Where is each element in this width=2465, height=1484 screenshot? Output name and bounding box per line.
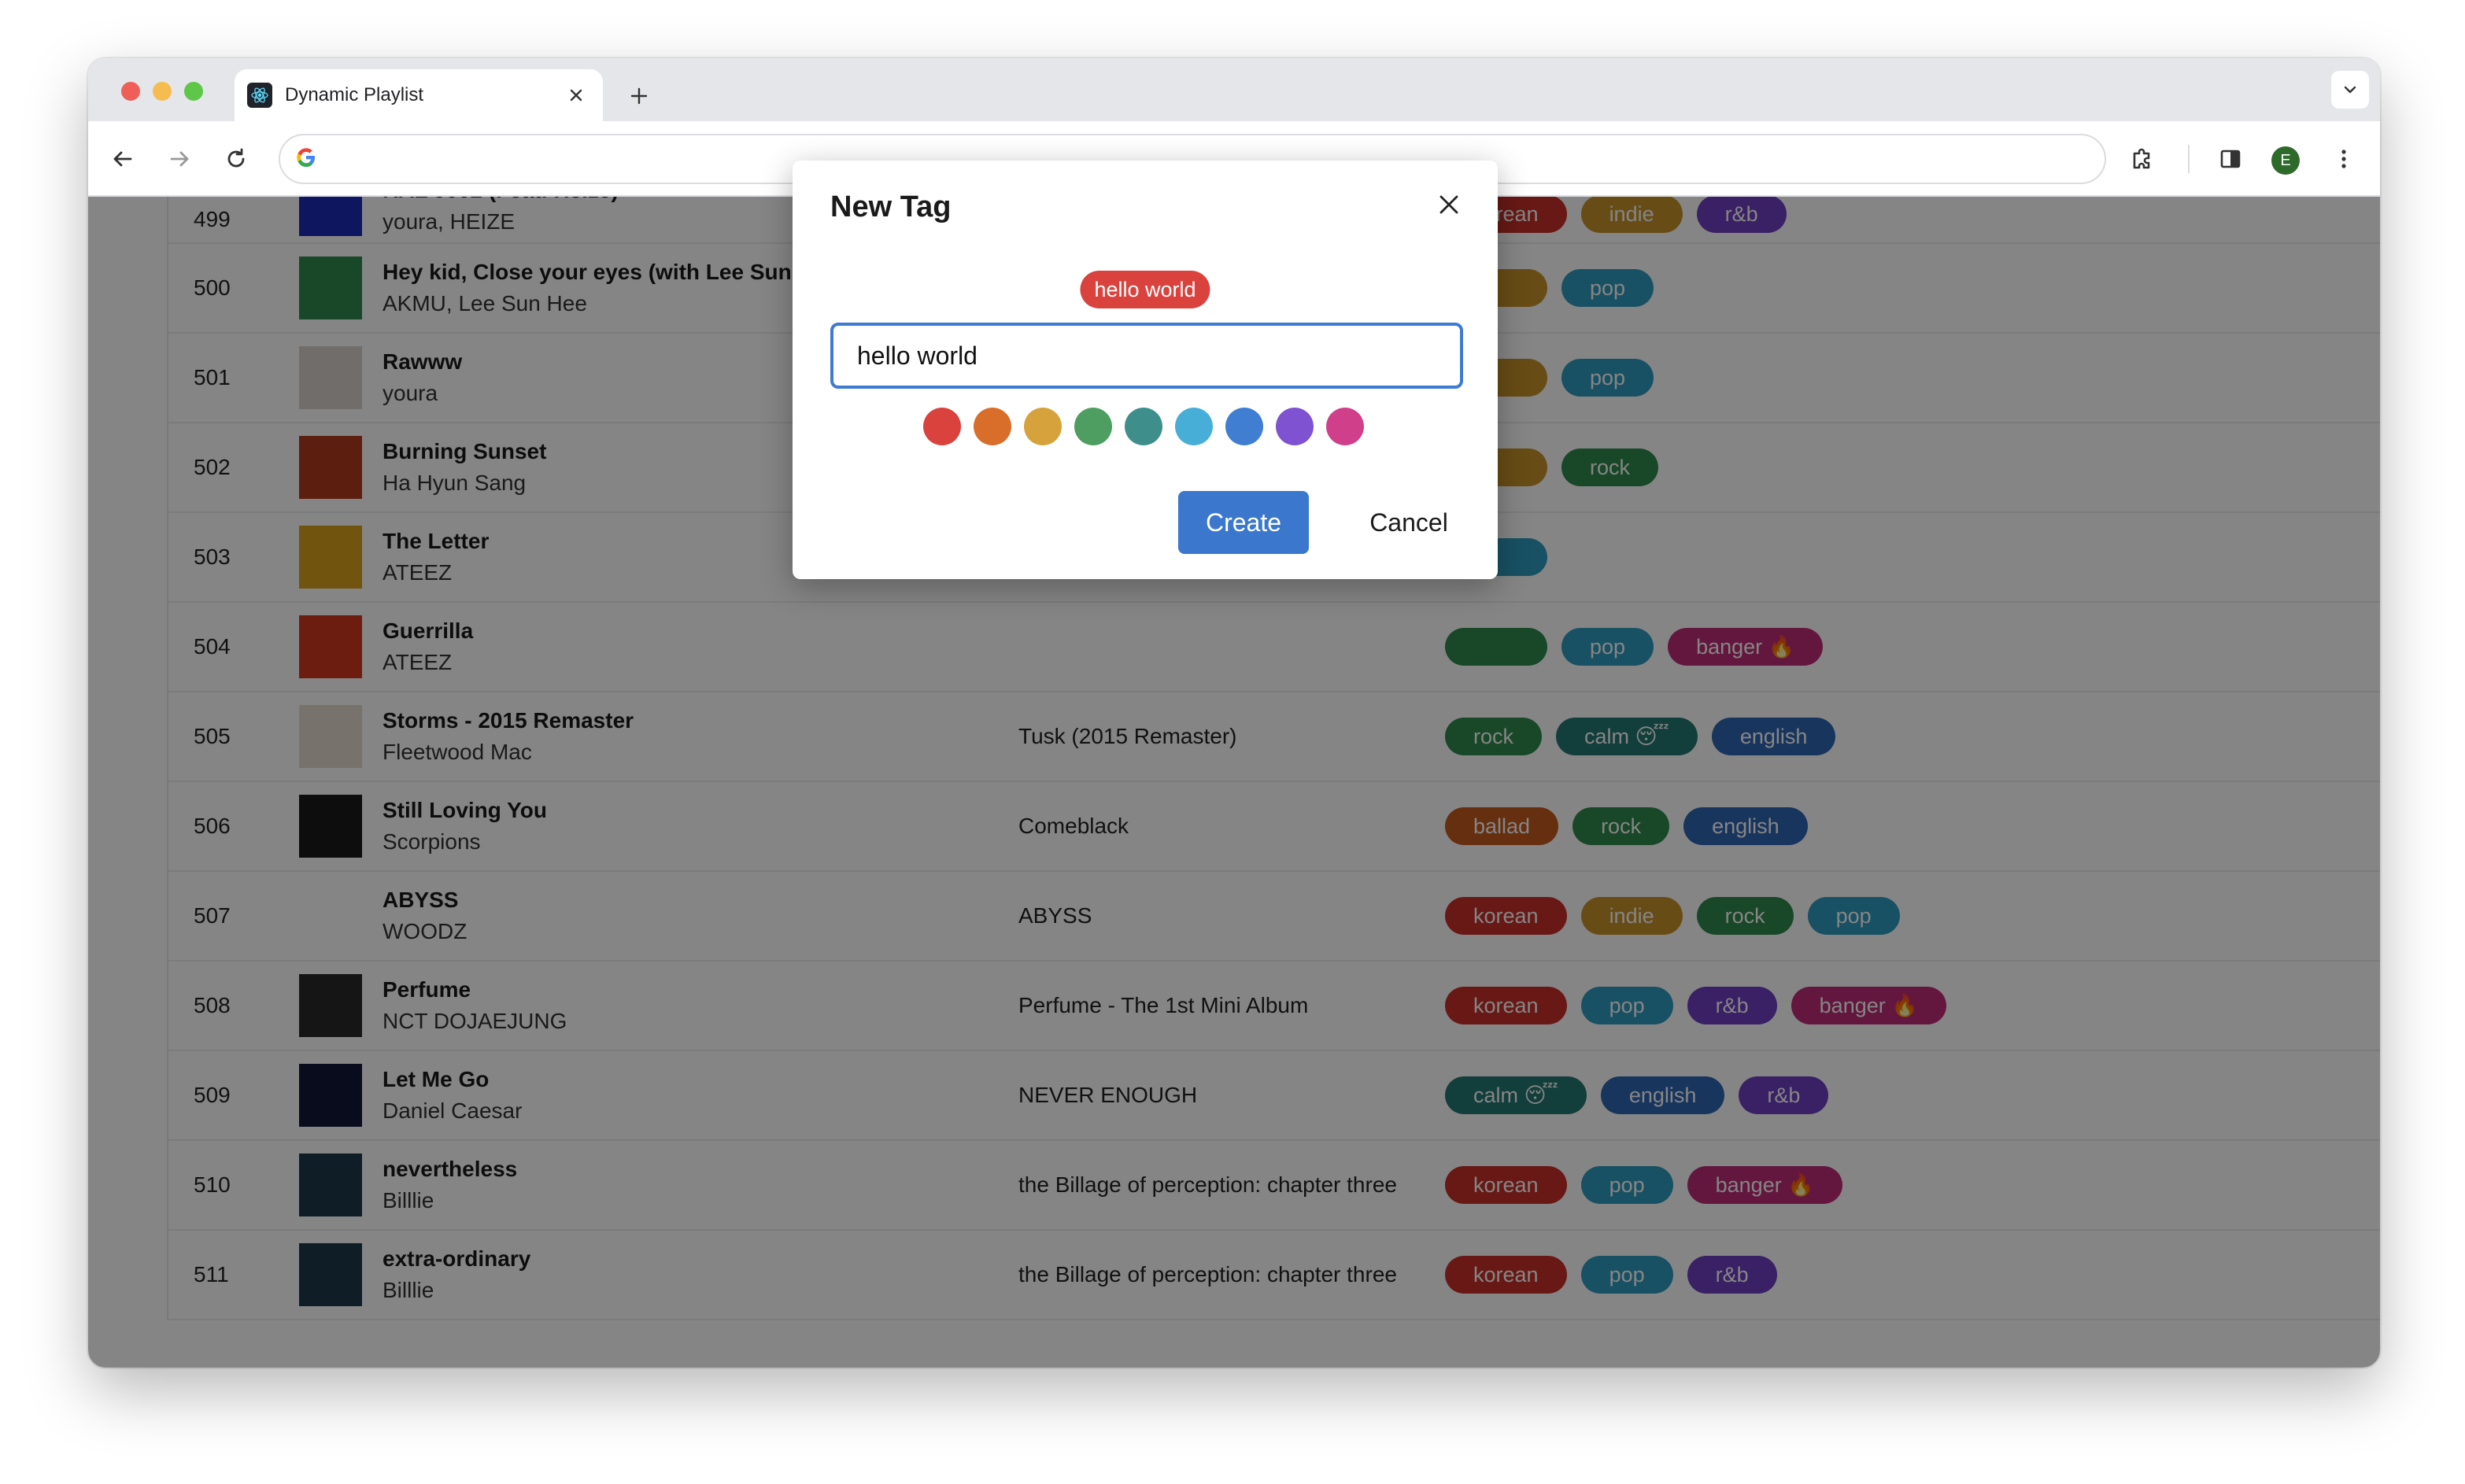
close-tab-icon[interactable]: [562, 81, 590, 109]
maximize-window-button[interactable]: [184, 82, 203, 101]
color-swatch[interactable]: [1074, 408, 1112, 445]
color-swatch[interactable]: [1024, 408, 1062, 445]
side-panel-icon[interactable]: [2212, 140, 2249, 178]
new-tab-icon[interactable]: [617, 74, 661, 118]
cancel-button[interactable]: Cancel: [1343, 491, 1474, 554]
google-icon: [294, 146, 318, 173]
create-button[interactable]: Create: [1178, 491, 1309, 554]
new-tag-modal: New Tag hello world Create Cancel: [793, 161, 1498, 579]
color-swatch[interactable]: [1326, 408, 1364, 445]
close-window-button[interactable]: [121, 82, 140, 101]
color-swatch[interactable]: [1125, 408, 1162, 445]
extensions-puzzle-icon[interactable]: [2123, 140, 2161, 178]
color-swatch[interactable]: [1225, 408, 1263, 445]
profile-avatar[interactable]: E: [2271, 146, 2300, 175]
toolbar-separator: [2188, 145, 2190, 173]
color-swatches: [923, 408, 1364, 445]
modal-title: New Tag: [830, 190, 952, 223]
tab-title: Dynamic Playlist: [285, 84, 424, 105]
chevron-down-icon[interactable]: [2331, 71, 2369, 109]
tag-name-input[interactable]: [830, 323, 1463, 389]
tab-strip: Dynamic Playlist: [88, 58, 2380, 121]
kebab-menu-icon[interactable]: [2325, 140, 2363, 178]
tag-preview: hello world: [1080, 271, 1210, 308]
minimize-window-button[interactable]: [153, 82, 172, 101]
tab-dynamic-playlist[interactable]: Dynamic Playlist: [235, 69, 603, 121]
react-icon: [247, 83, 272, 108]
reload-icon[interactable]: [217, 140, 255, 178]
forward-arrow-icon[interactable]: [161, 140, 198, 178]
back-arrow-icon[interactable]: [104, 140, 142, 178]
color-swatch[interactable]: [923, 408, 961, 445]
close-icon[interactable]: [1428, 184, 1469, 225]
color-swatch[interactable]: [974, 408, 1011, 445]
color-swatch[interactable]: [1175, 408, 1213, 445]
color-swatch[interactable]: [1276, 408, 1314, 445]
